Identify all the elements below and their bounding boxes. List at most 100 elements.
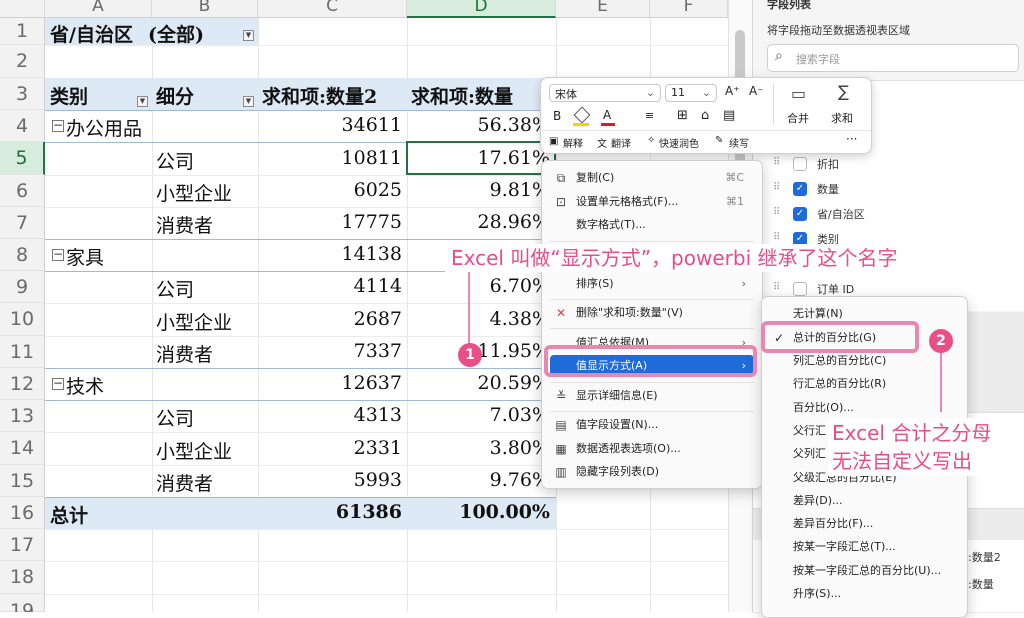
format-painter-icon[interactable]: ⌂ [701,108,709,123]
row-header[interactable]: 1 [0,18,45,45]
pivot-header-sum2[interactable]: 求和项:数量2 [262,82,377,109]
quick-color-button[interactable]: 快速润色 [659,135,699,150]
menu-show-details[interactable]: ≚ 显示详细信息(E) [550,385,754,407]
row-header[interactable]: 14 [0,432,45,465]
continue-writing-button[interactable]: 续写 [729,135,749,150]
menu-label: 复制(C) [576,171,615,184]
submenu-pct-running-total[interactable]: 按某一字段汇总的百分比(U)... [762,559,967,583]
filter-dropdown-icon[interactable]: ▼ [243,30,254,41]
field-checkbox[interactable] [793,157,807,171]
submenu-pct-of[interactable]: 百分比(O)... [762,396,967,420]
increase-font-button[interactable]: A⁺ [725,84,740,98]
pivot-row-segment: 公司 [156,408,195,430]
field-item-discount[interactable]: ⠿ 折扣 [773,155,1013,175]
menu-sort[interactable]: 排序(S) › [550,273,754,295]
collapse-icon[interactable]: − [52,248,64,261]
row-header[interactable]: 19 [0,594,45,612]
row-header[interactable]: 6 [0,175,45,207]
font-color-icon[interactable]: A [601,108,623,126]
border-icon[interactable]: ⊞ [677,108,688,123]
row-header[interactable]: 8 [0,239,45,271]
menu-pivot-options[interactable]: ▦ 数据透视表选项(O)... [550,438,754,460]
row-header[interactable]: 5 [0,142,45,175]
row-header[interactable]: 10 [0,303,45,336]
row-header[interactable]: 3 [0,78,45,110]
pivot-row-qty: 5993 [353,469,402,491]
bold-button[interactable]: B [553,109,561,123]
row-header[interactable]: 2 [0,45,45,78]
pen-icon: ✎ [715,135,724,146]
sum-button[interactable]: 求和 [831,110,853,126]
drag-handle-icon[interactable]: ⠿ [773,232,780,243]
submenu-difference[interactable]: 差异(D)... [762,489,967,513]
row-header[interactable]: 16 [0,497,45,529]
row-header[interactable]: 9 [0,271,45,303]
row-header[interactable]: 7 [0,207,45,239]
row-header[interactable]: 13 [0,400,45,432]
more-button[interactable]: ··· [846,132,857,146]
col-header-b[interactable]: B [152,0,258,18]
annotation-note-2-line1: Excel 合计之分母 [832,420,992,446]
merge-icon[interactable]: ▭ [791,84,806,103]
decrease-font-button[interactable]: A⁻ [749,84,764,98]
menu-label: 隐藏字段列表(D) [576,465,660,478]
cell-style-icon[interactable]: ▤ [723,108,735,123]
delete-icon: ✕ [555,306,567,320]
row-header[interactable]: 11 [0,336,45,368]
row-header[interactable]: 12 [0,368,45,400]
row-header[interactable]: 18 [0,561,45,594]
field-name: 订单 ID [817,283,855,296]
col-header-f[interactable]: F [650,0,728,18]
menu-label: 删除"求和项:数量"(V) [576,306,683,319]
field-checkbox[interactable] [793,282,807,296]
pivot-header-segment: 细分 [156,86,195,108]
explain-button[interactable]: 解释 [563,135,583,150]
field-checkbox-checked[interactable]: ✓ [793,182,807,196]
values-item-sum[interactable]: :数量 [968,576,994,592]
row-header[interactable]: 15 [0,465,45,497]
drag-handle-icon[interactable]: ⠿ [773,207,780,218]
col-header-a[interactable]: A [45,0,152,18]
submenu-label: 差异(D)... [793,494,843,507]
field-checkbox-checked[interactable]: ✓ [793,207,807,221]
font-size-select[interactable]: 11 ⌄ [665,84,717,102]
category-dropdown-icon[interactable]: ▼ [137,96,148,107]
col-header-d[interactable]: D [407,0,556,18]
col-header-e[interactable]: E [556,0,650,18]
fill-color-icon[interactable] [573,106,595,126]
row-header[interactable]: 17 [0,529,45,561]
submenu-running-total[interactable]: 按某一字段汇总(T)... [762,535,967,559]
menu-delete-field[interactable]: ✕ 删除"求和项:数量"(V) [550,302,754,324]
translate-button[interactable]: 翻译 [611,135,631,150]
submenu-rank-ascending[interactable]: 升序(S)... [762,582,967,606]
annotation-note-1: Excel 叫做“显示方式”，powerbi 继承了这个名字 [445,244,904,272]
field-item-province[interactable]: ⠿ ✓ 省/自治区 [773,205,1013,225]
pivot-header-sum[interactable]: 求和项:数量 [411,82,513,109]
select-all-corner[interactable] [0,0,45,18]
menu-field-settings[interactable]: ▤ 值字段设置(N)... [550,414,754,436]
drag-handle-icon[interactable]: ⠿ [773,157,780,168]
menu-format-cells[interactable]: ⊡ 设置单元格格式(F)... ⌘1 [550,191,754,213]
merge-button[interactable]: 合并 [787,110,809,126]
menu-number-format[interactable]: 数字格式(T)... [550,214,754,236]
values-item-sum2[interactable]: :数量2 [968,549,1001,565]
segment-dropdown-icon[interactable]: ▼ [243,96,254,107]
col-header-c[interactable]: C [258,0,407,18]
drag-handle-icon[interactable]: ⠿ [773,182,780,193]
submenu-pct-row[interactable]: 行汇总的百分比(R) [762,372,967,396]
menu-copy[interactable]: ⧉ 复制(C) ⌘C [550,167,754,189]
pivot-group-pct: 20.59% [477,372,550,394]
row-header[interactable]: 4 [0,110,45,142]
drag-handle-icon[interactable]: ⠿ [773,282,780,293]
annotation-note-2: Excel 合计之分母 无法自定义写出 [828,418,1010,476]
sum-icon[interactable]: ∑ [838,82,849,101]
field-item-quantity[interactable]: ⠿ ✓ 数量 [773,180,1013,200]
submenu-pct-difference[interactable]: 差异百分比(F)... [762,512,967,536]
collapse-icon[interactable]: − [52,119,64,132]
align-icon[interactable]: ≡ [645,109,654,122]
field-search-input[interactable]: ⌕ 搜索字段 [767,44,1019,72]
submenu-label: 父行汇 [793,424,826,437]
font-name-select[interactable]: 宋体 ⌄ [549,84,661,102]
collapse-icon[interactable]: − [52,377,64,390]
menu-hide-field-list[interactable]: ▥ 隐藏字段列表(D) [550,461,754,483]
